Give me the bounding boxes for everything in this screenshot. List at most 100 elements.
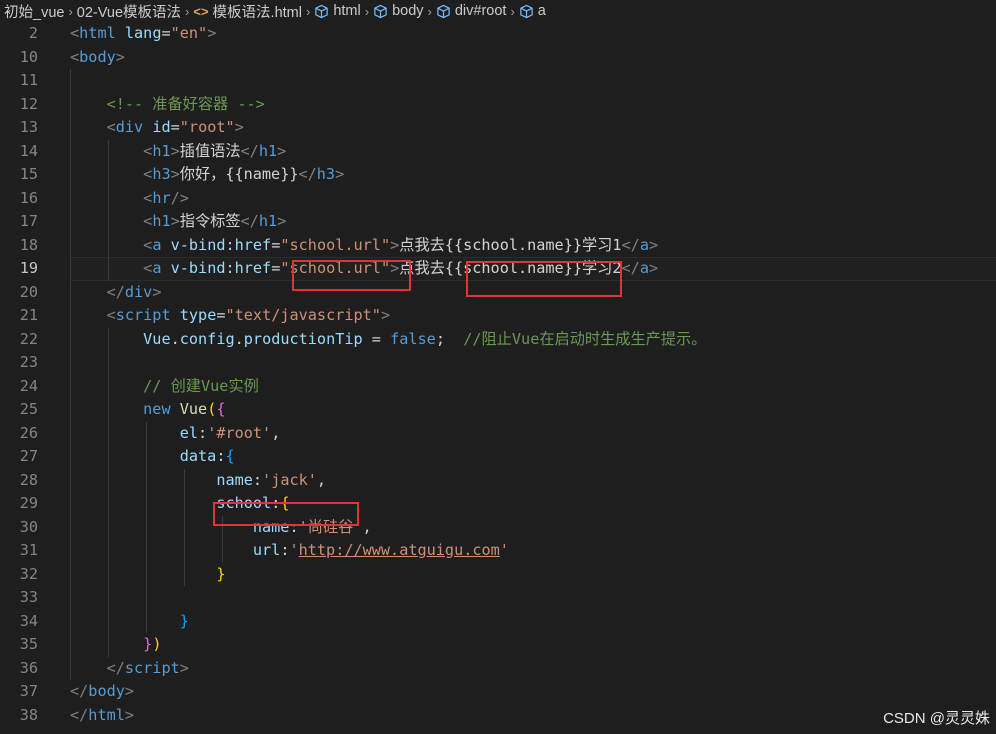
code-line[interactable]: 21 <script type="text/javascript"> bbox=[0, 304, 996, 328]
code-token: = bbox=[362, 329, 391, 348]
line-number: 17 bbox=[19, 212, 38, 230]
code-line[interactable]: 30 name:'尚硅谷', bbox=[0, 515, 996, 539]
code-line[interactable]: 18 <a v-bind:href="school.url">点我去{{scho… bbox=[0, 233, 996, 257]
code-line[interactable]: 16 <hr/> bbox=[0, 186, 996, 210]
code-line[interactable]: 31 url:'http://www.atguigu.com' bbox=[0, 539, 996, 563]
code-token: = bbox=[216, 306, 226, 324]
code-token: < bbox=[106, 118, 116, 136]
line-number: 10 bbox=[19, 47, 38, 66]
code-text: </script> bbox=[70, 657, 189, 681]
line-number: 35 bbox=[19, 635, 38, 653]
code-line[interactable]: 13 <div id="root"> bbox=[0, 116, 996, 140]
code-line[interactable]: 14 <h1>插值语法</h1> bbox=[0, 139, 996, 163]
breadcrumb-label: html bbox=[333, 3, 361, 19]
breadcrumb-label: 02-Vue模板语法 bbox=[76, 4, 182, 21]
breadcrumb-item[interactable]: body bbox=[373, 3, 424, 19]
code-token: 指令标签 bbox=[179, 212, 241, 230]
code-line[interactable]: 22 Vue.config.productionTip = false; //阻… bbox=[0, 327, 996, 351]
watermark: CSDN @灵灵姝 bbox=[883, 710, 990, 727]
code-token: > bbox=[277, 141, 287, 160]
code-line[interactable]: 29 school:{ bbox=[0, 492, 996, 516]
code-token: } bbox=[179, 611, 189, 630]
code-line[interactable]: 24 // 创建Vue实例 bbox=[0, 374, 996, 399]
code-token: ) bbox=[152, 635, 162, 653]
code-line[interactable]: 17 <h1>指令标签</h1> bbox=[0, 210, 996, 234]
code-text: </body> bbox=[70, 680, 134, 704]
chevron-right-icon: › bbox=[185, 3, 190, 19]
code-text: data:{ bbox=[70, 445, 235, 469]
line-number: 32 bbox=[19, 564, 38, 583]
code-line[interactable]: 32 } bbox=[0, 562, 996, 587]
breadcrumb-item[interactable]: 02-Vue模板语法 bbox=[77, 1, 181, 22]
code-token: Vue bbox=[143, 329, 171, 348]
code-token: body bbox=[88, 682, 125, 700]
code-line[interactable]: 34 } bbox=[0, 609, 996, 633]
code-line[interactable]: 33 bbox=[0, 586, 996, 610]
code-token: lang bbox=[124, 24, 162, 42]
code-line[interactable]: 35 }) bbox=[0, 633, 996, 657]
code-text: url:'http://www.atguigu.com' bbox=[70, 539, 509, 563]
code-token: url bbox=[252, 541, 281, 559]
cube-icon bbox=[314, 4, 329, 19]
code-line[interactable]: 10 <body> bbox=[0, 46, 996, 70]
code-token: = bbox=[170, 118, 180, 136]
code-token: "text/javascript" bbox=[225, 306, 381, 324]
code-line[interactable]: 27 data:{ bbox=[0, 445, 996, 469]
code-text: <div id="root"> bbox=[70, 116, 244, 140]
code-editor[interactable]: 2 <html lang="en"> 10 <body> 11 12 <!-- 准备好容器… bbox=[0, 22, 996, 727]
code-token: // 创建Vue实例 bbox=[143, 376, 259, 395]
code-token: </ bbox=[240, 141, 259, 160]
line-number: 22 bbox=[19, 329, 38, 348]
code-token: v-bind:href bbox=[170, 235, 272, 254]
breadcrumb-item[interactable]: a bbox=[519, 3, 546, 19]
breadcrumb: 初始_vue › 02-Vue模板语法 › <> 模板语法.html › html › body ›… bbox=[0, 0, 996, 22]
code-line[interactable]: 38 </html> bbox=[0, 704, 996, 728]
code-text: } bbox=[70, 563, 225, 587]
code-token: < bbox=[70, 47, 80, 66]
code-line[interactable]: 23 bbox=[0, 351, 996, 375]
line-number: 33 bbox=[19, 588, 38, 606]
code-text: <body> bbox=[70, 46, 125, 70]
code-text: // 创建Vue实例 bbox=[70, 375, 259, 399]
code-token: new bbox=[143, 400, 171, 418]
breadcrumb-label: div#root bbox=[454, 3, 507, 19]
code-line[interactable]: 36 </script> bbox=[0, 656, 996, 681]
breadcrumb-item[interactable]: 初始_vue bbox=[4, 1, 64, 22]
breadcrumb-item[interactable]: html bbox=[314, 3, 361, 19]
code-text: el:'#root', bbox=[70, 422, 281, 446]
code-line[interactable]: 12 <!-- 准备好容器 --> bbox=[0, 92, 996, 116]
code-text: </html> bbox=[70, 704, 134, 728]
code-token: </ bbox=[106, 658, 125, 677]
breadcrumb-item[interactable]: div#root bbox=[436, 3, 507, 19]
breadcrumb-item[interactable]: <> 模板语法.html bbox=[193, 1, 302, 22]
code-line[interactable]: 26 el:'#root', bbox=[0, 421, 996, 446]
cube-icon bbox=[373, 4, 388, 19]
code-line[interactable]: 25 new Vue({ bbox=[0, 398, 996, 422]
code-token: } bbox=[143, 635, 153, 653]
code-text: }) bbox=[70, 633, 161, 657]
code-line[interactable]: 11 bbox=[0, 69, 996, 93]
code-line[interactable]: 2 <html lang="en"> bbox=[0, 22, 996, 46]
code-token: //阻止Vue在启动时生成生产提示。 bbox=[463, 329, 707, 348]
code-line[interactable]: 28 name:'jack', bbox=[0, 468, 996, 492]
code-token: Vue bbox=[179, 400, 208, 418]
line-number: 37 bbox=[19, 682, 38, 700]
code-token: > bbox=[124, 705, 135, 724]
line-number: 28 bbox=[19, 470, 38, 489]
indent-guide bbox=[108, 351, 109, 375]
code-token: 点我去{{school.name}}学习1 bbox=[399, 235, 622, 254]
code-token: < bbox=[143, 212, 153, 230]
code-line[interactable]: 37 </body> bbox=[0, 680, 996, 704]
code-token: < bbox=[143, 235, 153, 254]
code-token: , bbox=[316, 470, 327, 489]
code-token: "school.url" bbox=[280, 235, 391, 254]
code-line[interactable]: 15 <h3>你好，{{name}}</h3> bbox=[0, 163, 996, 187]
